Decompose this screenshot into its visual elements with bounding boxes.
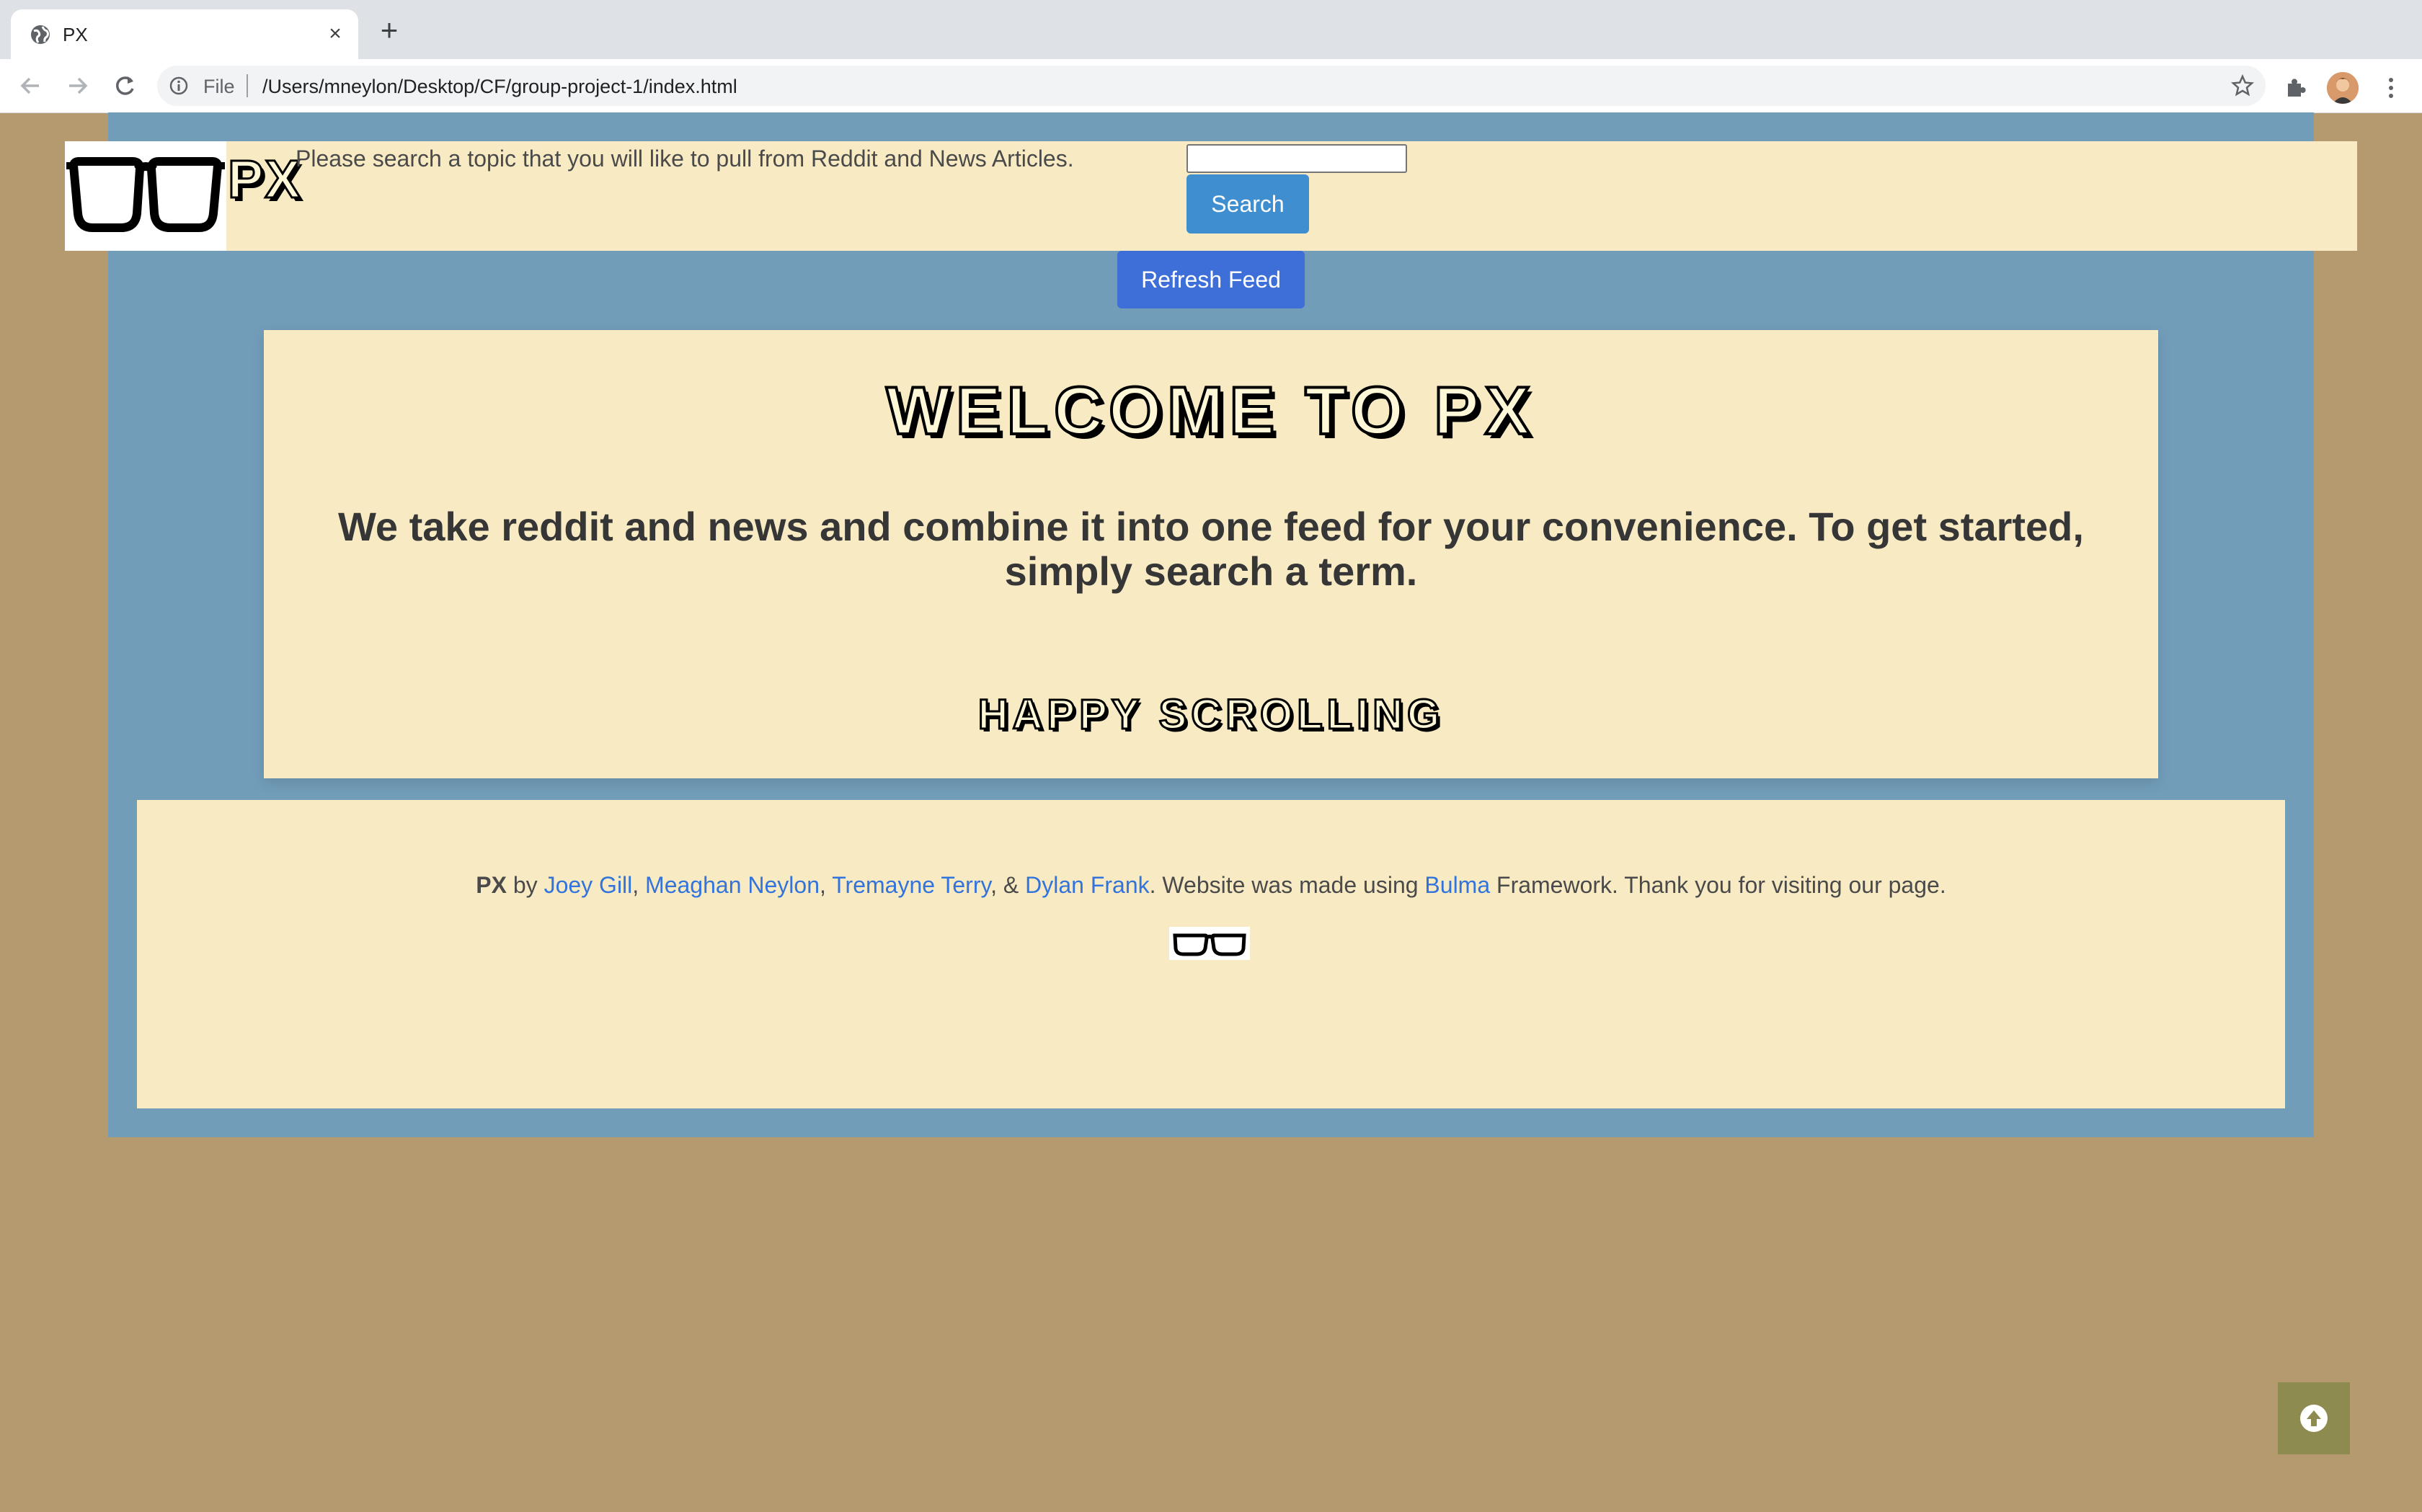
refresh-feed-button[interactable]: Refresh Feed xyxy=(1117,251,1305,308)
bulma-link[interactable]: Bulma xyxy=(1424,872,1490,898)
address-bar[interactable]: File /Users/mneylon/Desktop/CF/group-pro… xyxy=(157,66,2266,106)
star-icon[interactable] xyxy=(2230,73,2255,99)
footer-closing: Framework. Thank you for visiting our pa… xyxy=(1490,872,1946,898)
brand-logo-text: PX xyxy=(227,148,302,210)
footer-made-using: . Website was made using xyxy=(1149,872,1425,898)
search-prompt: Please search a topic that you will like… xyxy=(296,146,1074,172)
author-link-joey-gill[interactable]: Joey Gill xyxy=(544,872,633,898)
globe-icon xyxy=(31,25,50,44)
welcome-card: WELCOME TO PX We take reddit and news an… xyxy=(264,330,2158,778)
welcome-subtitle: We take reddit and news and combine it i… xyxy=(338,504,2084,594)
scroll-to-top-button[interactable] xyxy=(2278,1382,2350,1454)
footer-logo xyxy=(1169,927,1250,960)
site-header: PX Please search a topic that you will l… xyxy=(65,141,2357,251)
glasses-logo-icon xyxy=(66,157,225,232)
browser-toolbar: File /Users/mneylon/Desktop/CF/group-pro… xyxy=(0,59,2422,113)
back-arrow-icon[interactable] xyxy=(14,69,48,102)
welcome-title: WELCOME TO PX xyxy=(884,371,1536,450)
avatar-image xyxy=(2327,72,2359,104)
info-icon[interactable] xyxy=(169,76,189,96)
close-icon[interactable]: × xyxy=(321,19,350,48)
url-divider xyxy=(247,74,248,97)
tab-title: PX xyxy=(63,24,88,45)
forward-arrow-icon[interactable] xyxy=(61,69,94,102)
author-link-dylan-frank[interactable]: Dylan Frank xyxy=(1025,872,1150,898)
avatar[interactable] xyxy=(2327,72,2359,104)
footer-comma: , xyxy=(632,872,646,898)
author-link-meaghan-neylon[interactable]: Meaghan Neylon xyxy=(645,872,820,898)
footer-comma: , xyxy=(819,872,833,898)
footer-brand: PX xyxy=(476,872,507,898)
url-scheme-label: File xyxy=(203,76,235,97)
tagline: HAPPY SCROLLING xyxy=(977,690,1445,739)
puzzle-extension-icon[interactable] xyxy=(2284,75,2308,99)
footer-by: by xyxy=(506,872,544,898)
plus-icon[interactable]: + xyxy=(373,15,405,48)
arrow-up-circle-icon xyxy=(2300,1405,2328,1432)
site-logo[interactable] xyxy=(65,141,226,251)
author-link-tremayne-terry[interactable]: Tremayne Terry xyxy=(832,872,990,898)
browser-tab[interactable]: PX × xyxy=(11,9,358,59)
search-input[interactable] xyxy=(1186,144,1407,173)
footer-ampersand: , & xyxy=(990,872,1026,898)
footer-credits: PX by Joey Gill, Meaghan Neylon, Tremayn… xyxy=(137,872,2285,899)
kebab-menu-icon[interactable] xyxy=(2379,74,2403,102)
search-button[interactable]: Search xyxy=(1186,174,1309,234)
reload-icon[interactable] xyxy=(108,69,141,102)
glasses-logo-icon xyxy=(1173,933,1246,956)
url-text[interactable]: /Users/mneylon/Desktop/CF/group-project-… xyxy=(262,76,737,98)
footer: PX by Joey Gill, Meaghan Neylon, Tremayn… xyxy=(137,800,2285,1108)
browser-tab-strip: PX × + xyxy=(0,0,2422,59)
